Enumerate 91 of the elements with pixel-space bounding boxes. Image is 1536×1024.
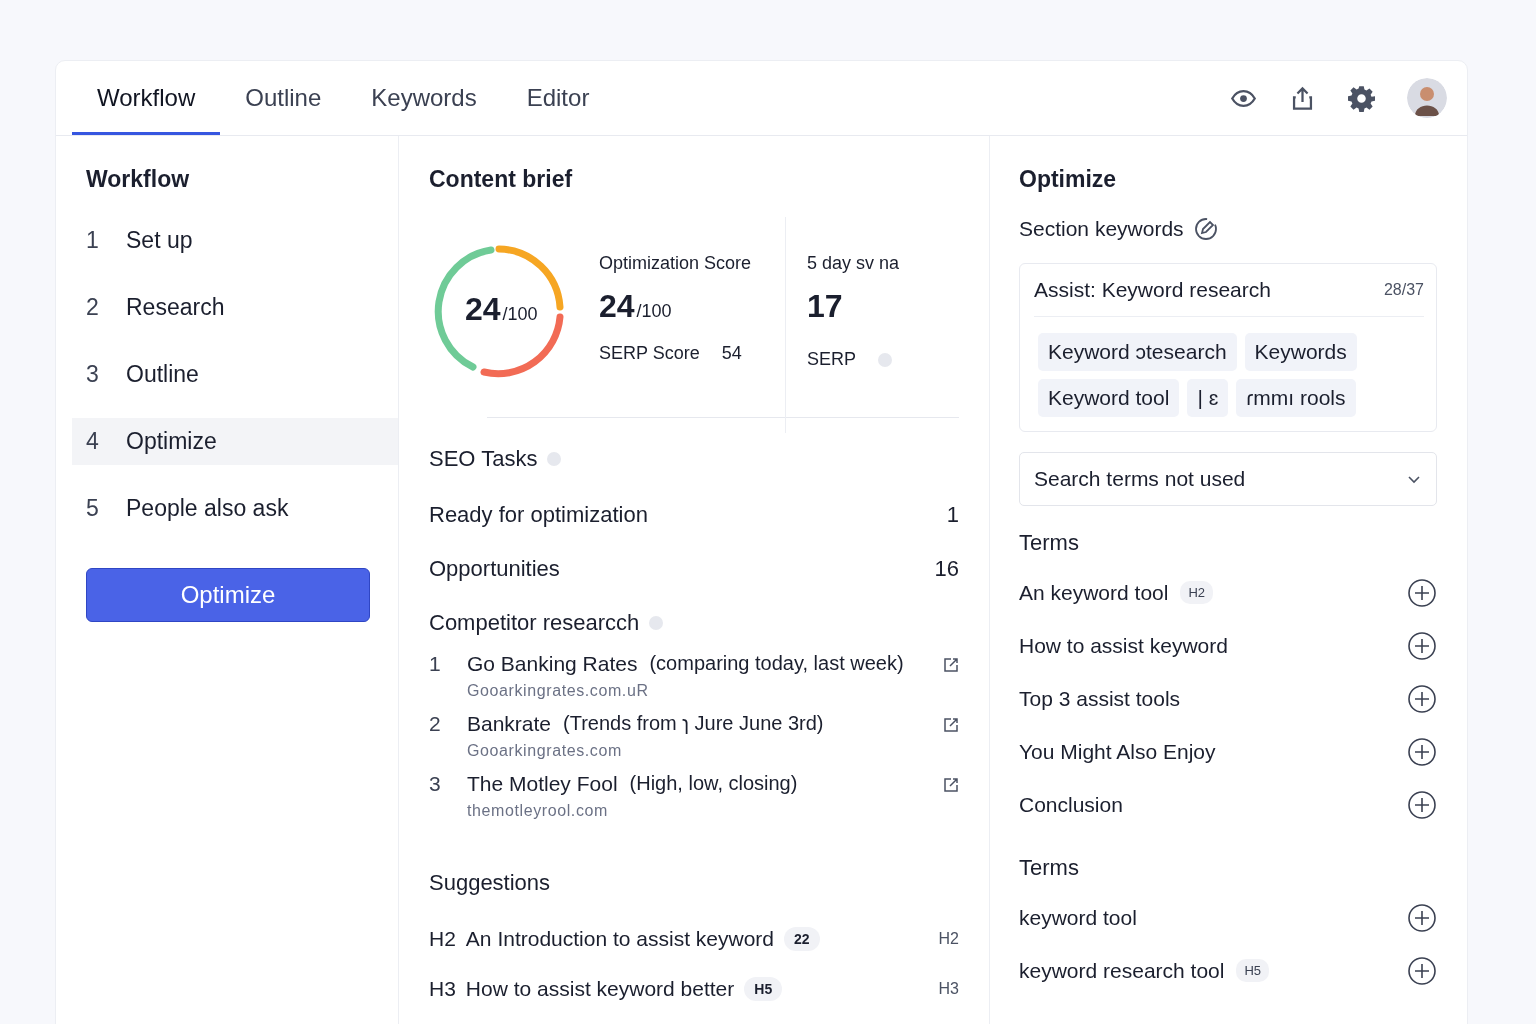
step-label: Outline	[126, 361, 199, 388]
count-badge: H5	[744, 977, 783, 1001]
competitor-url: Gooarkingrates.com.uR	[467, 682, 650, 700]
section-keywords-label: Section keywords	[1019, 217, 1184, 241]
section-title: SEO Tasks	[429, 446, 538, 472]
step-number: 2	[86, 294, 100, 321]
serp-label: SERP	[807, 349, 857, 370]
rank-number: 1	[429, 652, 442, 676]
workflow-step[interactable]: 5 People also ask	[56, 485, 398, 532]
suggestion-text: How to assist keyword better	[465, 977, 735, 1001]
add-icon[interactable]	[1407, 736, 1437, 767]
term-label: Conclusion	[1019, 792, 1123, 817]
edit-icon[interactable]	[1193, 217, 1218, 241]
step-label: People also ask	[126, 495, 289, 522]
section-title: Suggestions	[429, 870, 552, 896]
step-number: 4	[86, 428, 100, 455]
add-icon[interactable]	[1407, 789, 1437, 820]
rank-number: 3	[429, 772, 442, 796]
count-badge: 22	[784, 927, 820, 951]
term-label: keyword research tool	[1019, 958, 1225, 983]
step-number: 1	[86, 227, 100, 254]
task-label: Ready for optimization	[429, 502, 648, 528]
workflow-step[interactable]: 3 Outline	[56, 351, 398, 398]
step-number: 3	[86, 361, 100, 388]
settings-icon[interactable]	[1348, 84, 1375, 112]
keyword-count: 28/37	[1383, 281, 1424, 299]
external-link-icon[interactable]	[943, 777, 959, 793]
task-count: 1	[946, 502, 959, 528]
competitor-url: themotleyrool.com	[467, 802, 609, 820]
keyword-chip[interactable]: ɾmmı rools	[1236, 379, 1356, 417]
score-value: 24/100	[599, 288, 673, 325]
competitor-name[interactable]: Go Banking Rates	[467, 652, 638, 676]
task-label: Opportunities	[429, 556, 560, 582]
score-label: Optimization Score	[599, 253, 753, 274]
task-count: 16	[934, 556, 959, 582]
heading-badge: H5	[1236, 959, 1270, 982]
heading-tag: H2	[938, 930, 959, 948]
avatar[interactable]	[1407, 78, 1447, 118]
add-icon[interactable]	[1407, 955, 1437, 986]
competitor-note: (comparing today, last week)	[649, 652, 904, 676]
term-label: An keyword tool	[1019, 580, 1169, 605]
competitor-name[interactable]: The Motley Fool	[467, 772, 618, 796]
tab[interactable]: Keywords	[346, 61, 502, 135]
section-title: Optimize	[1019, 166, 1118, 193]
term-label: Top 3 assist tools	[1019, 686, 1181, 711]
term-label: keyword tool	[1019, 905, 1137, 930]
sv-label: 5 day sv na	[807, 253, 900, 274]
workflow-step[interactable]: 2 Research	[56, 284, 398, 331]
competitor-note: (High, low, closing)	[629, 772, 798, 796]
optimize-button[interactable]: Optimize	[86, 568, 370, 622]
competitor-url: Gooarkingrates.com	[467, 742, 623, 760]
terms-title: Terms	[1019, 855, 1080, 881]
keyword-chip[interactable]: Keywords	[1244, 333, 1357, 371]
competitor-name[interactable]: Bankrate	[467, 712, 552, 736]
competitor-note: (Trends from ɿ Jure June 3rd)	[563, 712, 824, 736]
keyword-chip[interactable]: Keyword ɔtesearch	[1038, 333, 1237, 371]
add-icon[interactable]	[1407, 902, 1437, 933]
heading-level: H3	[429, 977, 456, 1001]
serp-score-value: 54	[721, 343, 742, 364]
add-icon[interactable]	[1407, 630, 1437, 661]
add-icon[interactable]	[1407, 577, 1437, 608]
tab[interactable]: Outline	[220, 61, 347, 135]
sv-value: 17	[807, 288, 844, 325]
card-title: Assist: Keyword research	[1034, 278, 1271, 302]
terms-dropdown[interactable]: Search terms not used	[1019, 452, 1437, 506]
keyword-chip[interactable]: | ɛ	[1187, 379, 1229, 417]
rank-number: 2	[429, 712, 442, 736]
step-label: Optimize	[126, 428, 217, 455]
serp-score-label: SERP Score	[599, 343, 700, 364]
tab[interactable]: Editor	[501, 61, 615, 135]
step-label: Set up	[126, 227, 193, 254]
sidebar-title: Workflow	[85, 166, 191, 193]
terms-title: Terms	[1019, 530, 1080, 556]
heading-badge: H2	[1180, 581, 1214, 604]
external-link-icon[interactable]	[943, 717, 959, 733]
workflow-step[interactable]: 1 Set up	[56, 217, 398, 264]
term-label: How to assist keyword	[1019, 633, 1228, 658]
tab[interactable]: Workflow	[72, 61, 221, 135]
heading-level: H2	[429, 927, 456, 951]
external-link-icon[interactable]	[943, 657, 959, 673]
add-icon[interactable]	[1407, 683, 1437, 714]
step-number: 5	[86, 495, 100, 522]
ring-score: 24/100	[465, 291, 538, 328]
term-label: You Might Also Enjoy	[1019, 739, 1216, 764]
heading-tag: H3	[938, 980, 959, 998]
keyword-chip[interactable]: Keyword tool	[1038, 379, 1180, 417]
workflow-step[interactable]: 4 Optimize	[72, 418, 398, 465]
step-label: Research	[126, 294, 225, 321]
section-title: Competitor researcch	[429, 610, 640, 636]
suggestion-text: An Introduction to assist keyword	[465, 927, 774, 951]
section-title: Content brief	[429, 166, 574, 193]
